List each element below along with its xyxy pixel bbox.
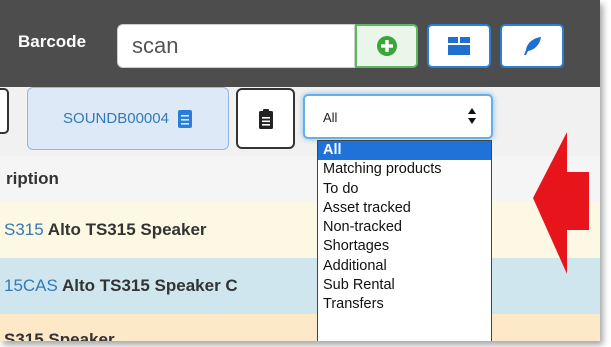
product-name: S315 Speaker <box>4 330 115 341</box>
asset-code-label: SOUNDB00004 <box>63 110 169 127</box>
filter-option-non-tracked[interactable]: Non-tracked <box>318 218 491 237</box>
left-edge-button[interactable] <box>0 88 9 134</box>
red-arrow-annotation <box>533 132 589 274</box>
filter-option-shortages[interactable]: Shortages <box>318 237 491 256</box>
description-header: ription <box>6 169 59 188</box>
filter-dropdown-list: All Matching products To do Asset tracke… <box>317 140 492 341</box>
filter-select[interactable]: All <box>303 94 493 139</box>
add-button[interactable] <box>355 24 418 68</box>
product-name: Alto TS315 Speaker <box>47 220 207 239</box>
table-row[interactable]: S315 Alto TS315 Speaker <box>0 202 600 258</box>
document-icon <box>177 109 192 128</box>
barcode-toolbar: Barcode <box>0 0 600 87</box>
asset-code-button[interactable]: SOUNDB00004 <box>27 87 229 150</box>
filter-option-to-do[interactable]: To do <box>318 180 491 199</box>
clipboard-icon <box>258 108 273 129</box>
product-name: Alto TS315 Speaker C <box>61 276 238 295</box>
feather-icon <box>524 37 541 55</box>
filter-option-all[interactable]: All <box>318 141 491 161</box>
sort-arrows-icon <box>468 108 476 124</box>
filter-option-asset-tracked[interactable]: Asset tracked <box>318 199 491 218</box>
feather-button[interactable] <box>500 24 564 68</box>
filter-select-value: All <box>323 110 338 125</box>
barcode-label: Barcode <box>18 32 87 51</box>
table-row[interactable]: S315 Speaker <box>0 314 600 341</box>
filter-option-matching-products[interactable]: Matching products <box>318 160 491 179</box>
filter-option-sub-rental[interactable]: Sub Rental <box>318 276 491 295</box>
product-code[interactable]: 15CAS <box>4 276 58 295</box>
table-header: ription <box>0 156 600 202</box>
filter-option-transfers[interactable]: Transfers <box>318 295 491 314</box>
product-code[interactable]: S315 <box>4 220 44 239</box>
box-icon <box>448 37 470 55</box>
clipboard-button[interactable] <box>236 88 295 149</box>
plus-circle-icon <box>376 36 397 56</box>
filter-option-additional[interactable]: Additional <box>318 257 491 276</box>
table-row[interactable]: 15CAS Alto TS315 Speaker C <box>0 258 600 314</box>
app-frame: Barcode SOUNDB00004 <box>0 0 600 341</box>
box-button[interactable] <box>427 24 491 68</box>
barcode-scan-input[interactable] <box>117 24 355 68</box>
